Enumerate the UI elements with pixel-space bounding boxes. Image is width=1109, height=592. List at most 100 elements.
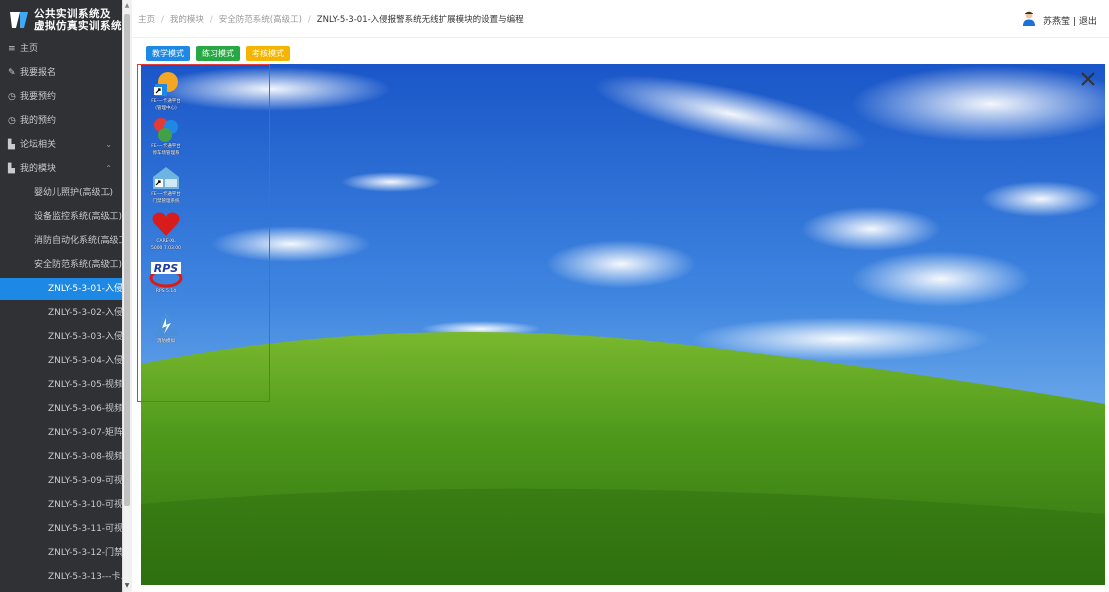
logo-icon <box>10 12 28 28</box>
breadcrumb: 主页 / 我的模块 / 安全防范系统(高级工) / ZNLY-5-3-01-入侵报警系统无线… <box>138 13 524 25</box>
sidebar-item-znly-11[interactable]: ZNLY-5-3-11-可视... <box>0 518 122 540</box>
sidebar-item-label: ZNLY-5-3-07-矩阵... <box>48 428 122 438</box>
breadcrumb-current: ZNLY-5-3-01-入侵报警系统无线扩展模块的设置与编程 <box>316 15 524 25</box>
sidebar-item-label: ZNLY-5-3-01-入侵... <box>48 284 122 294</box>
sidebar-item-equipment-monitor[interactable]: 设备监控系统(高级工) ⌄ <box>0 206 122 228</box>
sidebar-item-book[interactable]: ◷ 我要预约 <box>0 86 122 108</box>
breadcrumb-separator: / <box>209 15 213 25</box>
sidebar-item-fire-automation[interactable]: 消防自动化系统(高级工) ⌄ <box>0 230 122 252</box>
sidebar-item-label: ZNLY-5-3-05-视频... <box>48 380 122 390</box>
sidebar-item-znly-01[interactable]: ZNLY-5-3-01-入侵... <box>0 278 122 300</box>
sidebar-item-znly-03[interactable]: ZNLY-5-3-03-入侵... <box>0 326 122 348</box>
sidebar-item-label: ZNLY-5-3-06-视频... <box>48 404 122 414</box>
sidebar-item-label: 我要报名 <box>20 68 57 78</box>
scroll-up-icon[interactable]: ▲ <box>124 2 130 10</box>
desktop-icon-fe-access[interactable]: FE-一卡通平台 门禁管理系统 <box>145 163 187 204</box>
sidebar-item-label: ZNLY-5-3-08-视频... <box>48 452 122 462</box>
chevron-up-icon: ⌃ <box>105 164 112 173</box>
icon-label: 消防模拟 <box>157 339 175 344</box>
sidebar-item-znly-06[interactable]: ZNLY-5-3-06-视频... <box>0 398 122 420</box>
sidebar-item-label: ZNLY-5-3-11-可视... <box>48 524 122 534</box>
sidebar-item-znly-13[interactable]: ZNLY-5-3-13---卡... <box>0 566 122 588</box>
sidebar-item-znly-08[interactable]: ZNLY-5-3-08-视频... <box>0 446 122 468</box>
sidebar-item-signup[interactable]: ✎ 我要报名 <box>0 62 122 84</box>
rps-icon: RPS <box>149 262 183 288</box>
icon-label: 5000 7.03.00 <box>150 245 182 251</box>
sidebar-item-label: ZNLY-5-3-10-可视... <box>48 500 122 510</box>
sidebar-item-label: ZNLY-5-3-13---卡... <box>48 572 122 582</box>
sidebar: 公共实训系统及 虚拟仿真实训系统 ≡ 主页 ✎ 我要报名 ◷ 我要预约 ◷ 我的… <box>0 0 122 592</box>
scroll-down-icon[interactable]: ▼ <box>124 582 130 590</box>
sidebar-item-znly-07[interactable]: ZNLY-5-3-07-矩阵... <box>0 422 122 444</box>
icon-label: 停车场管理系 <box>152 150 180 156</box>
brand-title-line1: 公共实训系统及 <box>34 8 111 20</box>
desktop-icon-rps[interactable]: RPS RPS 5.14 <box>145 260 187 295</box>
sidebar-item-znly-10[interactable]: ZNLY-5-3-10-可视... <box>0 494 122 516</box>
sidebar-item-label: 我要预约 <box>20 92 57 102</box>
sidebar-item-znly-12[interactable]: ZNLY-5-3-12-门禁... <box>0 542 122 564</box>
logout-link[interactable]: 退出 <box>1079 17 1097 27</box>
building-platform-icon <box>154 118 178 142</box>
sidebar-item-znly-09[interactable]: ZNLY-5-3-09-可视... <box>0 470 122 492</box>
breadcrumb-home[interactable]: 主页 <box>138 15 155 25</box>
breadcrumb-separator: / <box>307 15 311 25</box>
breadcrumb-security[interactable]: 安全防范系统(高级工) <box>219 15 302 25</box>
sidebar-item-forum[interactable]: ▙ 论坛相关 ⌄ <box>0 134 122 156</box>
desktop-icon-fe-parking[interactable]: FE-一卡通平台 停车场管理系 <box>145 115 187 156</box>
sidebar-item-label: ZNLY-5-3-02-入侵... <box>48 308 122 318</box>
sidebar-item-label: ZNLY-5-3-12-门禁... <box>48 548 122 558</box>
sidebar-item-home[interactable]: ≡ 主页 <box>0 38 122 60</box>
sidebar-item-my-bookings[interactable]: ◷ 我的预约 <box>0 110 122 132</box>
sidebar-item-my-modules[interactable]: ▙ 我的模块 ⌃ <box>0 158 122 180</box>
user-separator: | <box>1072 17 1076 27</box>
icon-label: FE-一卡通平台 <box>151 144 181 149</box>
fire-sim-icon <box>153 312 179 336</box>
exam-mode-button[interactable]: 考核模式 <box>246 46 290 61</box>
practice-mode-button[interactable]: 练习模式 <box>196 46 240 61</box>
user-info: 苏燕莹 | 退出 <box>1043 14 1097 27</box>
user-menu: 苏燕莹 | 退出 <box>1021 10 1101 28</box>
desktop-icon-fire-sim[interactable]: 消防模拟 <box>145 310 187 345</box>
clock-icon: ◷ <box>8 116 16 126</box>
user-avatar-icon <box>1023 11 1035 26</box>
remote-desktop[interactable] <box>141 64 1105 585</box>
chevron-down-icon: ⌄ <box>105 188 112 197</box>
sidebar-item-infant-care[interactable]: 婴幼儿照护(高级工) ⌄ <box>0 182 122 204</box>
header: 主页 / 我的模块 / 安全防范系统(高级工) / ZNLY-5-3-01-入侵报警系统无线… <box>132 0 1109 38</box>
brand: 公共实训系统及 虚拟仿真实训系统 <box>8 8 122 34</box>
brand-title-line2: 虚拟仿真实训系统 <box>34 20 122 32</box>
icon-label: FE-一卡通平台 <box>151 99 181 104</box>
icon-label: CARE-XL <box>156 239 176 244</box>
icon-label: RPS 5.14 <box>155 289 177 294</box>
user-name: 苏燕莹 <box>1043 17 1071 27</box>
sidebar-item-label: ZNLY-5-3-04-入侵... <box>48 356 122 366</box>
teaching-mode-button[interactable]: 教学模式 <box>146 46 190 61</box>
breadcrumb-separator: / <box>161 15 164 25</box>
sidebar-scroll-thumb[interactable] <box>124 14 130 506</box>
desktop-icon-care-xl[interactable]: CARE-XL 5000 7.03.00 <box>145 210 187 251</box>
platform-icon <box>154 72 178 96</box>
care-heart-icon <box>152 212 180 236</box>
sidebar-item-label: 婴幼儿照护(高级工) <box>34 188 114 198</box>
chevron-down-icon: ⌄ <box>105 140 112 149</box>
sidebar-item-label: 我的模块 <box>20 164 57 174</box>
door-platform-icon <box>153 167 179 189</box>
sidebar-item-security[interactable]: 安全防范系统(高级工) ⌃ <box>0 254 122 276</box>
sidebar-item-label: 论坛相关 <box>20 140 57 150</box>
sidebar-item-label: 我的预约 <box>20 116 57 126</box>
close-icon[interactable] <box>1079 70 1097 88</box>
svg-text:RPS: RPS <box>154 262 179 275</box>
pen-icon: ✎ <box>8 68 16 78</box>
icon-label: FE-一卡通平台 <box>151 192 181 197</box>
icon-label: (管理中心) <box>155 105 177 111</box>
sidebar-item-znly-05[interactable]: ZNLY-5-3-05-视频... <box>0 374 122 396</box>
chart-icon: ▙ <box>8 140 15 150</box>
sidebar-item-label: 主页 <box>20 44 39 54</box>
sidebar-item-znly-02[interactable]: ZNLY-5-3-02-入侵... <box>0 302 122 324</box>
chevron-down-icon: ⌄ <box>105 212 112 221</box>
sidebar-item-label: ZNLY-5-3-03-入侵... <box>48 332 122 342</box>
desktop-wallpaper <box>141 64 1105 585</box>
desktop-icon-fe-admin[interactable]: FE-一卡通平台 (管理中心) <box>145 70 187 111</box>
sidebar-item-znly-04[interactable]: ZNLY-5-3-04-入侵... <box>0 350 122 372</box>
breadcrumb-my-modules[interactable]: 我的模块 <box>170 15 204 25</box>
